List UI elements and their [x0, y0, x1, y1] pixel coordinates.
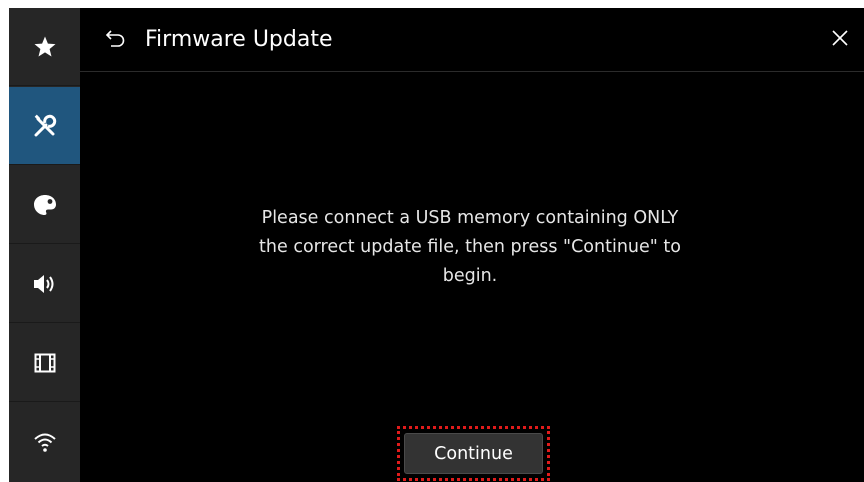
film-icon [34, 353, 56, 373]
speaker-icon [32, 273, 58, 295]
sidebar-item-settings[interactable] [9, 87, 80, 165]
sidebar [9, 8, 80, 482]
continue-button[interactable]: Continue [404, 433, 543, 474]
page-title: Firmware Update [145, 27, 333, 52]
sidebar-item-wireless[interactable] [9, 403, 80, 481]
close-icon [831, 29, 849, 51]
sidebar-item-video[interactable] [9, 324, 80, 402]
sidebar-item-favorites[interactable] [9, 8, 80, 86]
instruction-message: Please connect a USB memory containing O… [259, 208, 681, 286]
wifi-icon [33, 431, 57, 453]
header-bar: Firmware Update [80, 8, 864, 72]
star-icon [33, 35, 57, 59]
sidebar-item-audio[interactable] [9, 245, 80, 323]
palette-icon [33, 194, 57, 216]
back-arrow-icon [103, 29, 125, 51]
main-panel: Firmware Update Please connect a USB mem… [80, 8, 864, 482]
continue-highlight: Continue [397, 426, 550, 481]
close-button[interactable] [826, 26, 854, 54]
back-button[interactable] [100, 26, 128, 54]
sidebar-item-theme[interactable] [9, 166, 80, 244]
tools-icon [32, 113, 58, 139]
device-screen: Firmware Update Please connect a USB mem… [9, 8, 864, 482]
